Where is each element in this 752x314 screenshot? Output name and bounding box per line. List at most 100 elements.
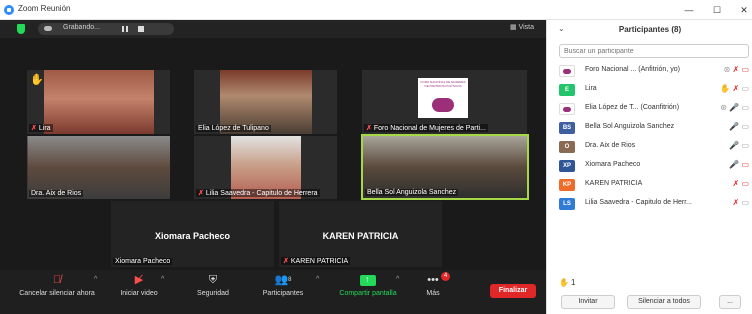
participant-name-display: KAREN PATRICIA xyxy=(322,231,399,242)
participants-panel: ⌄ Participantes (8) Foro Nacional ... (A… xyxy=(546,20,752,314)
invite-button[interactable]: Invitar xyxy=(561,295,615,309)
share-options-caret-icon[interactable]: ^ xyxy=(396,276,399,283)
tile-label: ✗ Lira xyxy=(29,124,53,132)
window-title: Zoom Reunión xyxy=(18,4,71,13)
avatar: BS xyxy=(559,122,575,134)
video-options-caret-icon[interactable]: ^ xyxy=(161,276,164,283)
tile-label: ✗ Lilia Saavedra - Capitulo de Herrera xyxy=(196,189,320,197)
stop-recording-button[interactable] xyxy=(138,26,144,32)
participants-icon: 👥8 xyxy=(274,274,292,286)
shield-icon: ⛨ xyxy=(208,274,218,286)
muted-mic-icon: ✗ xyxy=(732,198,740,207)
share-icon: ⊛ xyxy=(723,65,731,74)
video-off-icon: ▭ xyxy=(741,160,749,169)
participant-status-icons: 🎤 ▭ xyxy=(729,160,749,169)
more-dots-icon: ••• 4 xyxy=(420,272,450,287)
participant-name-display: Xiomara Pacheco xyxy=(154,231,231,242)
meeting-topbar: Grabando... Vista xyxy=(0,20,546,38)
participant-search-input[interactable] xyxy=(559,44,749,58)
title-bar: Zoom Reunión — ☐ ✕ xyxy=(0,0,752,20)
security-shield-icon[interactable] xyxy=(17,24,25,34)
video-tile-dra-aix[interactable]: Dra. Aix de Rios xyxy=(27,136,170,199)
raised-hand-icon: ✋ xyxy=(30,74,44,86)
participant-status-icons: ✋ ✗ ▭ xyxy=(720,84,749,93)
participant-name: Elia López de T... (Coanfitrión) xyxy=(585,104,680,111)
participant-status-icons: ⊛ 🎤 ▭ xyxy=(720,103,749,112)
participant-name: Bella Sol Anguizola Sanchez xyxy=(585,123,675,130)
participant-row[interactable]: Elia López de T... (Coanfitrión) ⊛ 🎤 ▭ xyxy=(547,100,752,119)
participant-row[interactable]: O Dra. Aix de Rios 🎤 ▭ xyxy=(547,138,752,157)
raised-hands-count: ✋ 1 xyxy=(559,278,576,287)
video-tile-karen[interactable]: KAREN PATRICIA ✗ KAREN PATRICIA xyxy=(279,201,442,267)
tile-label: ✗ Foro Nacional de Mujeres de Parti... xyxy=(364,124,488,132)
raised-hand-icon: ✋ xyxy=(559,278,569,287)
participant-name: Lilia Saavedra - Capitulo de Herr... xyxy=(585,199,692,206)
minimize-button[interactable]: — xyxy=(682,3,696,17)
muted-mic-icon: ✗ xyxy=(732,84,740,93)
mic-icon: 🎤 xyxy=(729,141,740,150)
security-button[interactable]: ⛨ Seguridad xyxy=(188,274,238,297)
avatar: KP xyxy=(559,179,575,191)
muted-mic-icon: ✗ xyxy=(732,65,740,74)
participant-status-icons: ✗ ▭ xyxy=(733,198,750,207)
maximize-button[interactable]: ☐ xyxy=(710,3,724,17)
participant-row[interactable]: Foro Nacional ... (Anfitrión, yo) ⊛ ✗ ▭ xyxy=(547,62,752,81)
participant-row[interactable]: BS Bella Sol Anguizola Sanchez 🎤 ▭ xyxy=(547,119,752,138)
participant-status-icons: 🎤 ▭ xyxy=(729,122,749,131)
end-meeting-button[interactable]: Finalizar xyxy=(490,284,536,298)
video-tile-elia[interactable]: Elia López de Tulipano xyxy=(194,70,337,134)
avatar xyxy=(559,65,575,77)
participants-options-caret-icon[interactable]: ^ xyxy=(316,276,319,283)
participant-status-icons: ⊛ ✗ ▭ xyxy=(724,65,749,74)
participant-name: Dra. Aix de Rios xyxy=(585,142,636,149)
tile-label: Elia López de Tulipano xyxy=(196,125,271,132)
video-tile-lilia[interactable]: ✗ Lilia Saavedra - Capitulo de Herrera xyxy=(194,136,337,199)
video-icon: ▭ xyxy=(741,141,749,150)
participant-row[interactable]: E Lira ✋ ✗ ▭ xyxy=(547,81,752,100)
participant-name: Lira xyxy=(585,85,597,92)
panel-title: Participantes (8) xyxy=(618,25,682,34)
share-screen-button[interactable]: Compartir pantalla xyxy=(332,274,404,297)
participant-row[interactable]: KP KAREN PATRICIA ✗ ▭ xyxy=(547,176,752,195)
participant-video xyxy=(43,70,154,134)
participant-name: KAREN PATRICIA xyxy=(585,180,643,187)
zoom-logo-icon xyxy=(4,5,14,15)
participant-row[interactable]: XP Xiomara Pacheco 🎤 ▭ xyxy=(547,157,752,176)
muted-mic-icon: 🎙̸ xyxy=(52,274,62,286)
video-tile-lira[interactable]: ✋ ✗ Lira xyxy=(27,70,170,134)
video-tile-foro[interactable]: FORO NACIONAL DE MUJERES DE PARTIDOS POL… xyxy=(362,70,527,134)
participant-name: Xiomara Pacheco xyxy=(585,161,641,168)
muted-mic-icon: ✗ xyxy=(198,190,204,197)
more-button[interactable]: ••• 4 Más xyxy=(420,272,450,297)
avatar: LS xyxy=(559,198,575,210)
video-icon: ▭ xyxy=(741,84,749,93)
mute-all-button[interactable]: Silenciar a todos xyxy=(627,295,701,309)
view-button[interactable]: Vista xyxy=(510,23,534,31)
video-icon: ▭ xyxy=(741,198,749,207)
video-off-icon: ▭ xyxy=(741,65,749,74)
muted-mic-icon: ✗ xyxy=(283,258,289,265)
pause-recording-button[interactable] xyxy=(122,26,128,32)
recording-label: Grabando... xyxy=(63,24,100,31)
participant-list: Foro Nacional ... (Anfitrión, yo) ⊛ ✗ ▭ … xyxy=(547,62,752,214)
participant-name: Foro Nacional ... (Anfitrión, yo) xyxy=(585,66,680,73)
muted-mic-icon: ✗ xyxy=(732,179,740,188)
panel-footer: ✋ 1 Invitar Silenciar a todos ... xyxy=(547,274,752,314)
audio-options-caret-icon[interactable]: ^ xyxy=(94,276,97,283)
participants-button[interactable]: 👥8 Participantes xyxy=(255,274,311,297)
more-options-button[interactable]: ... xyxy=(719,295,741,309)
zoom-window: Zoom Reunión — ☐ ✕ Grabando... Vista ✋ ✗… xyxy=(0,0,752,314)
notification-badge: 4 xyxy=(441,272,450,281)
avatar: O xyxy=(559,141,575,153)
close-button[interactable]: ✕ xyxy=(737,3,751,17)
tile-label: Dra. Aix de Rios xyxy=(29,190,84,197)
mic-icon: 🎤 xyxy=(729,122,740,131)
video-tile-xiomara[interactable]: Xiomara Pacheco Xiomara Pacheco xyxy=(111,201,274,267)
video-tile-bella-sol-active-speaker[interactable]: Bella Sol Anguizola Sanchez xyxy=(361,134,529,200)
cloud-icon xyxy=(44,26,52,31)
participant-row[interactable]: LS Lilia Saavedra - Capitulo de Herr... … xyxy=(547,195,752,214)
start-video-button[interactable]: ▶̸ Iniciar video xyxy=(114,274,164,297)
participant-status-icons: 🎤 ▭ xyxy=(729,141,749,150)
unmute-button[interactable]: 🎙̸ Cancelar silenciar ahora xyxy=(12,274,102,297)
mic-icon: 🎤 xyxy=(729,160,740,169)
